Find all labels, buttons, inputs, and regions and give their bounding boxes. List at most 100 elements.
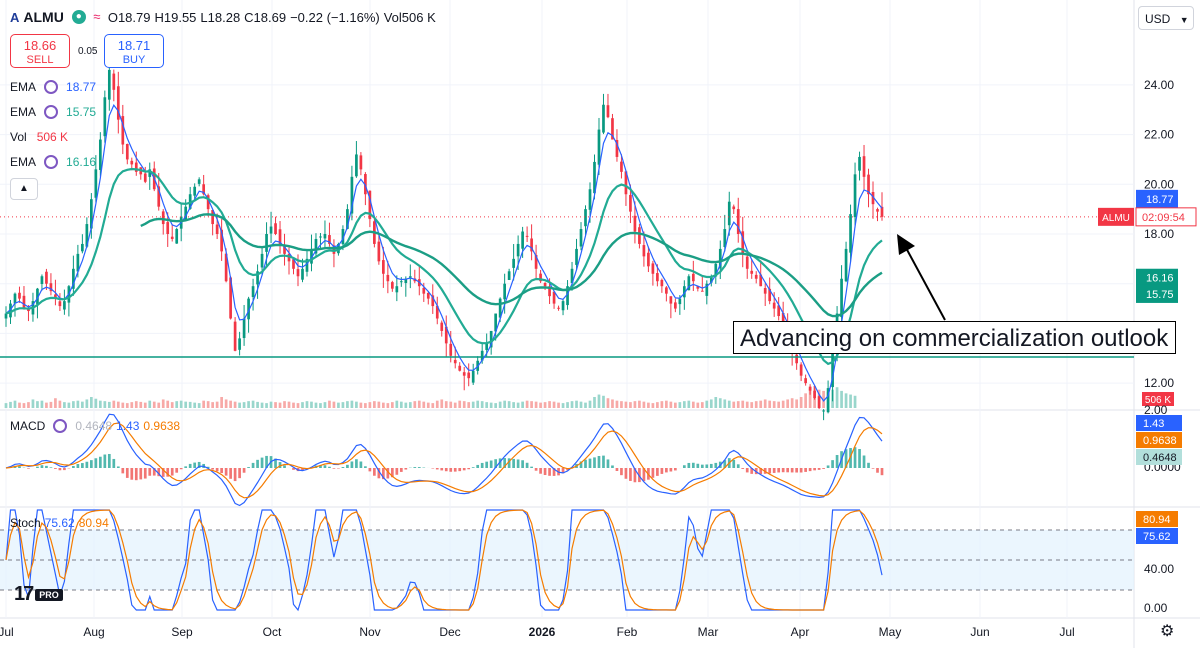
indicator-settings-icon[interactable] bbox=[44, 105, 59, 119]
candle-body bbox=[215, 224, 219, 234]
volume-bar bbox=[494, 403, 498, 408]
volume-bar bbox=[148, 400, 152, 408]
volume-bar bbox=[476, 400, 480, 408]
volume-bar bbox=[161, 399, 165, 408]
candle-body bbox=[804, 378, 807, 384]
candle-body bbox=[22, 295, 26, 309]
macd-histogram-bar bbox=[58, 468, 62, 471]
indicator-settings-icon[interactable] bbox=[53, 419, 68, 433]
candle-body bbox=[620, 161, 623, 172]
stoch-legend[interactable]: Stoch 75.62 80.94 bbox=[10, 516, 109, 530]
tradingview-logo[interactable]: 17 PRO bbox=[14, 583, 63, 606]
volume-bar bbox=[417, 400, 421, 408]
indicator-settings-icon[interactable] bbox=[44, 80, 59, 94]
macd-histogram-bar bbox=[247, 467, 250, 468]
gear-icon[interactable]: ⚙ bbox=[1160, 621, 1174, 641]
indicator-ema-2[interactable]: EMA 15.75 bbox=[10, 105, 96, 119]
volume-bar bbox=[364, 403, 367, 408]
volume-bar bbox=[76, 400, 80, 408]
indicator-name: EMA bbox=[10, 105, 37, 119]
candle-body bbox=[588, 189, 592, 210]
price-tick-label: 20.00 bbox=[1144, 177, 1174, 191]
volume-bar bbox=[507, 401, 511, 408]
volume-bar bbox=[575, 400, 578, 408]
candle-body bbox=[233, 321, 237, 351]
volume-bar bbox=[390, 402, 394, 408]
volume-bar bbox=[319, 403, 322, 408]
indicator-ema-1[interactable]: EMA 18.77 bbox=[10, 80, 96, 94]
volume-bar bbox=[346, 401, 349, 408]
candle-body bbox=[471, 370, 475, 383]
candle-body bbox=[390, 282, 394, 289]
macd-histogram-bar bbox=[826, 465, 830, 468]
stoch-tick-label: 40.00 bbox=[1144, 562, 1174, 576]
volume-bar bbox=[404, 402, 408, 408]
buy-button[interactable]: 18.71 BUY bbox=[104, 34, 164, 68]
candle-body bbox=[543, 282, 547, 287]
volume-bar bbox=[184, 401, 188, 408]
candle-body bbox=[575, 248, 578, 265]
macd-histogram-bar bbox=[148, 468, 152, 476]
spread-value: 0.05 bbox=[78, 46, 98, 57]
volume-bar bbox=[179, 400, 183, 408]
macd-histogram-bar bbox=[480, 462, 484, 468]
volume-bar bbox=[332, 401, 336, 408]
volume-bar bbox=[247, 401, 250, 408]
macd-histogram-bar bbox=[98, 456, 102, 468]
macd-histogram-bar bbox=[665, 468, 668, 473]
volume-bar bbox=[548, 401, 551, 408]
macd-histogram-bar bbox=[831, 460, 834, 468]
candle-body bbox=[301, 268, 304, 280]
macd-histogram-bar bbox=[539, 468, 542, 474]
volume-bar bbox=[251, 400, 255, 408]
volume-bar bbox=[467, 402, 471, 408]
volume-bar bbox=[121, 402, 125, 408]
macd-histogram-bar bbox=[404, 468, 408, 470]
open-value: O18.79 bbox=[107, 9, 151, 25]
macd-histogram-bar bbox=[674, 468, 677, 471]
indicator-settings-icon[interactable] bbox=[44, 155, 59, 169]
volume-bar bbox=[292, 402, 295, 408]
indicator-value: 506 K bbox=[36, 130, 69, 144]
volume-bar bbox=[301, 402, 304, 408]
macd-histogram-bar bbox=[220, 468, 223, 474]
volume-bar bbox=[81, 401, 84, 408]
macd-histogram-bar bbox=[251, 462, 255, 468]
buy-price: 18.71 bbox=[117, 38, 151, 53]
volume-bar bbox=[18, 402, 21, 408]
candle-body bbox=[642, 245, 646, 257]
macd-histogram-bar bbox=[808, 468, 812, 472]
macd-histogram-bar bbox=[462, 468, 466, 471]
circle-dot-icon[interactable]: ● bbox=[71, 10, 86, 24]
candle-body bbox=[678, 298, 682, 305]
annotation-callout: Advancing on commercialization outlook bbox=[733, 321, 1176, 354]
indicator-ema-3[interactable]: EMA 16.16 bbox=[10, 155, 96, 169]
ticker-symbol[interactable]: ALMU bbox=[23, 9, 63, 25]
candle-body bbox=[629, 194, 632, 212]
macd-line-value: 1.43 bbox=[116, 419, 140, 433]
low-value: L18.28 bbox=[200, 9, 241, 25]
volume-bar bbox=[570, 401, 574, 408]
collapse-legend-button[interactable]: ▲ bbox=[10, 178, 38, 200]
candle-body bbox=[399, 281, 403, 283]
macd-histogram-bar bbox=[629, 468, 632, 481]
volume-bar bbox=[382, 402, 385, 408]
macd-legend[interactable]: MACD 0.4648 1.43 0.9638 bbox=[10, 419, 180, 433]
candle-body bbox=[426, 292, 430, 299]
volume-bar bbox=[224, 399, 228, 408]
macd-histogram-bar bbox=[328, 466, 331, 468]
volume-bar bbox=[67, 402, 71, 408]
macd-hist-value: 0.4648 bbox=[75, 419, 113, 433]
macd-histogram-bar bbox=[139, 468, 143, 480]
macd-histogram-bar bbox=[368, 468, 372, 472]
candle-body bbox=[170, 236, 174, 239]
volume-bar bbox=[498, 401, 502, 408]
wave-icon[interactable]: ≈ bbox=[90, 10, 104, 24]
candle-body bbox=[440, 322, 444, 331]
candle-body bbox=[274, 223, 277, 234]
indicator-volume[interactable]: Vol 506 K bbox=[10, 130, 68, 144]
candle-body bbox=[516, 243, 520, 257]
sell-button[interactable]: 18.66 SELL bbox=[10, 34, 70, 68]
currency-selector[interactable]: USD ▼ bbox=[1138, 6, 1194, 30]
volume-bar bbox=[849, 394, 852, 408]
